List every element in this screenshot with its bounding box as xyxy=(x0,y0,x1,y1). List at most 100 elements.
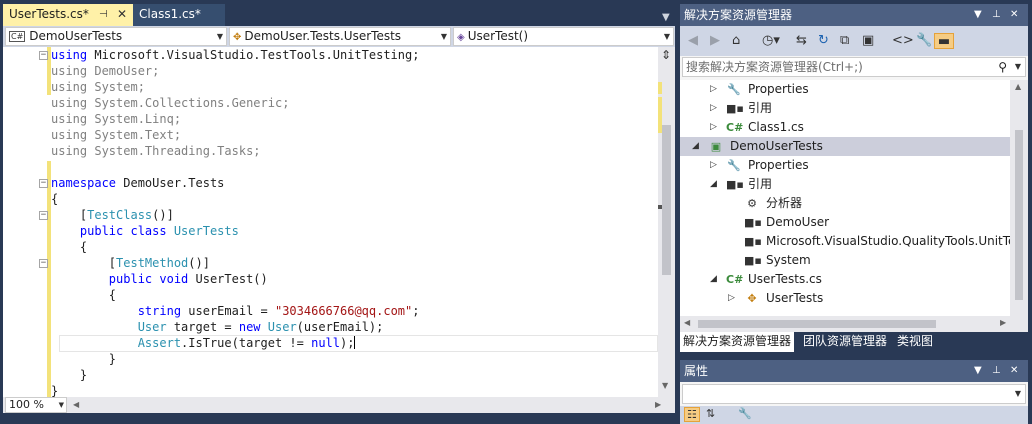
code-token: new xyxy=(238,320,261,334)
code-token: UserTests xyxy=(173,224,239,238)
collapse-region-icon[interactable]: − xyxy=(39,211,48,220)
preview-selected-icon[interactable]: ▬ xyxy=(934,33,954,49)
collapse-arrow-icon[interactable]: ◢ xyxy=(710,175,720,194)
tree-horizontal-scrollbar[interactable]: ◀ ▶ xyxy=(680,316,1028,332)
scroll-left-icon[interactable]: ◀ xyxy=(73,400,79,409)
code-text-area[interactable]: using Microsoft.VisualStudio.TestTools.U… xyxy=(3,47,658,397)
tab-solution-explorer[interactable]: 解决方案资源管理器 xyxy=(680,332,795,352)
tree-item[interactable]: ■▪ System xyxy=(680,251,1010,270)
home-icon[interactable]: ⌂ xyxy=(732,33,740,49)
collapse-region-icon[interactable]: − xyxy=(39,179,48,188)
property-pages-wrench-icon[interactable]: 🔧 xyxy=(738,407,752,420)
tab-list-dropdown-icon[interactable]: ▼ xyxy=(662,12,670,23)
reference-icon: ■▪ xyxy=(744,254,762,267)
expand-arrow-icon[interactable]: ▷ xyxy=(710,80,720,99)
tab-usertests-cs[interactable]: UserTests.cs* ⊣ ✕ xyxy=(3,4,133,26)
tree-item[interactable]: ▷ C# Class1.cs xyxy=(680,118,1010,137)
tree-item[interactable]: ⚙ 分析器 xyxy=(680,194,1010,213)
code-line: namespace DemoUser.Tests − xyxy=(39,175,224,191)
tree-item-label: UserTests.cs xyxy=(748,272,822,286)
view-code-icon[interactable]: <> xyxy=(892,33,914,49)
expand-arrow-icon[interactable]: ▷ xyxy=(710,156,720,175)
tree-item-label: Properties xyxy=(748,82,809,96)
split-icon[interactable]: ⇕ xyxy=(660,49,672,63)
tree-item-label: Class1.cs xyxy=(748,120,804,134)
code-token: using System; xyxy=(51,80,145,94)
code-token: Microsoft.VisualStudio.TestTools.UnitTes… xyxy=(87,48,420,62)
window-position-icon[interactable]: ▼ xyxy=(974,360,982,382)
type-name: DemoUser.Tests.UserTests xyxy=(244,29,402,43)
tree-item[interactable]: ▷ 🔧 Properties xyxy=(680,80,1010,99)
collapse-region-icon[interactable]: − xyxy=(39,259,48,268)
glyph-margin xyxy=(3,47,47,397)
tree-item[interactable]: ▷ ✥ UserTests xyxy=(680,289,1010,308)
tab-class-view[interactable]: 类视图 xyxy=(894,332,936,352)
search-icon[interactable]: ⚲ xyxy=(998,58,1007,76)
tree-item[interactable]: ■▪ DemoUser xyxy=(680,213,1010,232)
alphabetical-icon[interactable]: ⇅ xyxy=(706,407,715,420)
code-token: ()] xyxy=(152,208,174,222)
solution-search-input[interactable]: 搜索解决方案资源管理器(Ctrl+;) ⚲ ▼ xyxy=(682,57,1026,77)
expand-arrow-icon[interactable]: ▷ xyxy=(710,118,720,137)
collapse-all-icon[interactable]: ⧉ xyxy=(840,33,849,49)
scroll-right-icon[interactable]: ▶ xyxy=(655,400,661,409)
code-token: ; xyxy=(412,304,420,318)
zoom-dropdown[interactable]: 100 % ▼ xyxy=(5,397,67,413)
history-icon[interactable]: ◷▾ xyxy=(762,33,780,49)
code-token: target = xyxy=(166,320,239,334)
properties-wrench-icon[interactable]: 🔧 xyxy=(916,33,932,49)
code-line: public void UserTest() xyxy=(51,271,268,287)
close-icon[interactable]: ✕ xyxy=(1010,4,1018,26)
code-token: [ xyxy=(51,256,117,270)
collapse-region-icon[interactable]: − xyxy=(39,51,48,60)
editor-vertical-scrollbar[interactable]: ⇕ ▼ xyxy=(658,47,675,397)
collapse-arrow-icon[interactable]: ◢ xyxy=(710,270,720,289)
scrollbar-thumb[interactable] xyxy=(662,125,671,275)
tree-vertical-scrollbar[interactable]: ▲ xyxy=(1010,80,1028,316)
solution-tree: ▷ 🔧 Properties ▷ ■▪ 引用 ▷ C# Class1.cs ◢ ▣ DemoUserT… xyxy=(680,80,1010,316)
close-icon[interactable]: ✕ xyxy=(1010,360,1018,382)
tree-item[interactable]: ◢ C# UserTests.cs xyxy=(680,270,1010,289)
expand-arrow-icon[interactable]: ▷ xyxy=(728,289,738,308)
tree-item[interactable]: ■▪ Microsoft.VisualStudio.QualityTools.Un… xyxy=(680,232,1010,251)
show-all-files-icon[interactable]: ▣ xyxy=(862,33,874,49)
code-line: Assert.IsTrue(target != null); xyxy=(51,335,356,351)
pin-icon[interactable]: ⊣ xyxy=(99,4,108,25)
pin-icon[interactable]: ⊥ xyxy=(992,360,1001,382)
collapse-arrow-icon[interactable]: ◢ xyxy=(692,137,702,156)
tab-class1-cs[interactable]: Class1.cs* xyxy=(133,4,225,26)
code-editor-pane: UserTests.cs* ⊣ ✕ Class1.cs* ▼ C# DemoUse… xyxy=(0,0,676,424)
pin-icon[interactable]: ⊥ xyxy=(992,4,1001,26)
project-dropdown[interactable]: C# DemoUserTests ▼ xyxy=(5,27,227,46)
scroll-right-icon[interactable]: ▶ xyxy=(1000,318,1006,327)
solution-explorer-toolbar: ◀ ▶ ⌂ ◷▾ ⇆ ↻ ⧉ ▣ <> 🔧 ▬ xyxy=(680,26,1028,56)
scrollbar-thumb[interactable] xyxy=(698,320,936,328)
back-icon[interactable]: ◀ xyxy=(688,33,698,49)
type-dropdown[interactable]: ✥ DemoUser.Tests.UserTests ▼ xyxy=(229,27,451,46)
tree-item[interactable]: ▷ 🔧 Properties xyxy=(680,156,1010,175)
chevron-down-icon[interactable]: ▼ xyxy=(1015,58,1021,76)
code-token: null xyxy=(311,336,340,350)
categorized-icon[interactable]: ☷ xyxy=(684,407,700,422)
scrollbar-thumb[interactable] xyxy=(1015,130,1023,300)
scroll-down-icon[interactable]: ▼ xyxy=(662,381,668,390)
csharp-project-icon: C# xyxy=(9,31,26,42)
tab-team-explorer[interactable]: 团队资源管理器 xyxy=(800,332,890,352)
code-token: using System.Text; xyxy=(51,128,182,142)
scroll-caret-marker xyxy=(658,205,662,209)
tree-item[interactable]: ◢ ■▪ 引用 xyxy=(680,175,1010,194)
object-selector-dropdown[interactable]: ▼ xyxy=(682,384,1026,404)
sync-icon[interactable]: ⇆ xyxy=(796,33,807,49)
scroll-up-icon[interactable]: ▲ xyxy=(1015,82,1021,91)
code-token: public class xyxy=(51,224,167,238)
window-position-icon[interactable]: ▼ xyxy=(974,4,982,26)
tree-item[interactable]: ▷ ■▪ 引用 xyxy=(680,99,1010,118)
member-dropdown[interactable]: ◈ UserTest() ▼ xyxy=(453,27,674,46)
tree-item[interactable]: ◢ ▣ DemoUserTests xyxy=(680,137,1010,156)
expand-arrow-icon[interactable]: ▷ xyxy=(710,99,720,118)
refresh-icon[interactable]: ↻ xyxy=(818,33,829,49)
scroll-left-icon[interactable]: ◀ xyxy=(684,318,690,327)
forward-icon[interactable]: ▶ xyxy=(710,33,720,49)
close-icon[interactable]: ✕ xyxy=(117,4,127,25)
